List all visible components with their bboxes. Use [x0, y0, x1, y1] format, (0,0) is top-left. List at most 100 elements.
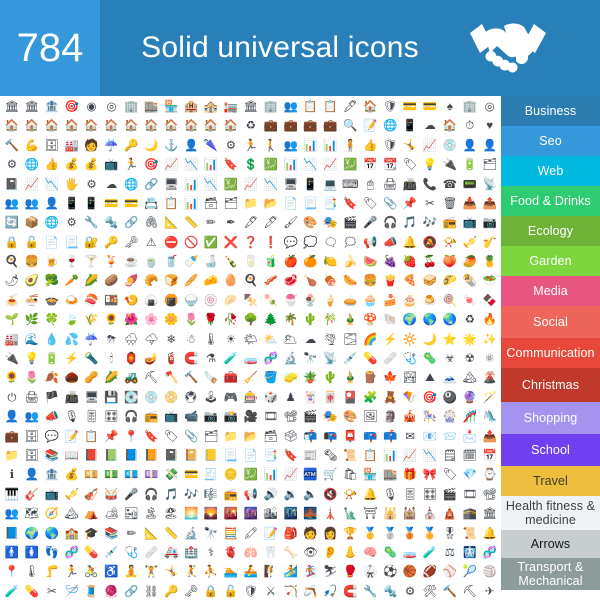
icon-cell[interactable]: 📻: [141, 408, 161, 427]
icon-cell[interactable]: 🧬: [261, 350, 281, 369]
icon-cell[interactable]: 📷: [201, 408, 221, 427]
icon-cell[interactable]: 📱: [301, 176, 321, 195]
icon-cell[interactable]: 🧸: [380, 389, 400, 408]
icon-cell[interactable]: 🌏: [440, 311, 460, 330]
icon-cell[interactable]: 🔩: [102, 214, 122, 233]
icon-cell[interactable]: 📝: [62, 428, 82, 447]
icon-cell[interactable]: 🔬: [181, 525, 201, 544]
icon-cell[interactable]: ♿: [102, 563, 122, 582]
icon-cell[interactable]: ⛓: [141, 583, 161, 600]
icon-cell[interactable]: 👤: [42, 195, 62, 214]
icon-cell[interactable]: 🍝: [2, 292, 22, 311]
icon-cell[interactable]: 🧹: [241, 369, 261, 388]
icon-cell[interactable]: 🖥: [161, 176, 181, 195]
icon-cell[interactable]: 📌: [400, 195, 420, 214]
icon-cell[interactable]: 🌳: [241, 311, 261, 330]
icon-cell[interactable]: 🍵: [141, 253, 161, 272]
icon-cell[interactable]: 🪄: [480, 389, 500, 408]
icon-cell[interactable]: 👤: [480, 137, 500, 156]
icon-cell[interactable]: 🔊: [261, 486, 281, 505]
icon-cell[interactable]: 🚺: [22, 544, 42, 563]
icon-cell[interactable]: 🏠: [2, 117, 22, 136]
icon-cell[interactable]: 🏷: [400, 156, 420, 175]
icon-cell[interactable]: ⚛: [480, 350, 500, 369]
icon-cell[interactable]: 🪔: [141, 350, 161, 369]
icon-cell[interactable]: 🏹: [281, 583, 301, 600]
icon-cell[interactable]: 🎠: [420, 408, 440, 427]
icon-cell[interactable]: 🎺: [460, 234, 480, 253]
icon-cell[interactable]: 🛝: [480, 408, 500, 427]
icon-cell[interactable]: 🧽: [281, 369, 301, 388]
icon-cell[interactable]: 📱: [82, 195, 102, 214]
icon-cell[interactable]: 💬: [281, 234, 301, 253]
icon-cell[interactable]: 📖: [62, 447, 82, 466]
icon-cell[interactable]: 📉: [420, 447, 440, 466]
icon-cell[interactable]: 🌾: [82, 311, 102, 330]
category-band-food-drinks[interactable]: Food & Drinks: [501, 186, 600, 216]
icon-cell[interactable]: 🔒: [2, 234, 22, 253]
icon-cell[interactable]: 🕹: [201, 389, 221, 408]
icon-cell[interactable]: ✅: [201, 234, 221, 253]
category-band-ecology[interactable]: Ecology: [501, 216, 600, 246]
icon-cell[interactable]: 🧘: [121, 563, 141, 582]
icon-cell[interactable]: 🌍: [22, 525, 42, 544]
icon-cell[interactable]: ⚙: [2, 156, 22, 175]
icon-cell[interactable]: 🎬: [301, 408, 321, 427]
icon-cell[interactable]: 🔨: [181, 369, 201, 388]
icon-cell[interactable]: 🎵: [400, 214, 420, 233]
icon-cell[interactable]: 🍚: [181, 292, 201, 311]
icon-cell[interactable]: 🎤: [360, 214, 380, 233]
icon-cell[interactable]: 📈: [420, 137, 440, 156]
icon-cell[interactable]: 🔗: [141, 176, 161, 195]
icon-cell[interactable]: 🌐: [121, 176, 141, 195]
icon-cell[interactable]: 🏧: [301, 466, 321, 485]
icon-cell[interactable]: 📺: [460, 214, 480, 233]
icon-cell[interactable]: 🏢: [261, 98, 281, 117]
icon-cell[interactable]: 🧮: [221, 525, 241, 544]
icon-cell[interactable]: 📊: [181, 176, 201, 195]
icon-cell[interactable]: 🖐: [62, 176, 82, 195]
icon-cell[interactable]: 🔦: [82, 350, 102, 369]
icon-cell[interactable]: 🔬: [281, 350, 301, 369]
icon-cell[interactable]: 🩺: [400, 350, 420, 369]
icon-cell[interactable]: ⚽: [380, 563, 400, 582]
icon-cell[interactable]: 🍋: [321, 253, 341, 272]
icon-cell[interactable]: 🏠: [62, 117, 82, 136]
icon-cell[interactable]: 🏴: [42, 389, 62, 408]
icon-cell[interactable]: 🏠: [22, 117, 42, 136]
icon-cell[interactable]: 🪚: [201, 369, 221, 388]
icon-cell[interactable]: ❗: [261, 234, 281, 253]
icon-cell[interactable]: 🌎: [42, 525, 62, 544]
icon-cell[interactable]: 📓: [2, 176, 22, 195]
icon-cell[interactable]: 🗂: [201, 428, 221, 447]
icon-cell[interactable]: ♻: [460, 311, 480, 330]
icon-cell[interactable]: 📸: [221, 408, 241, 427]
icon-cell[interactable]: 🌻: [2, 369, 22, 388]
icon-cell[interactable]: 🌲: [261, 311, 281, 330]
icon-cell[interactable]: ⚖: [440, 544, 460, 563]
icon-cell[interactable]: 🏛: [480, 505, 500, 524]
icon-cell[interactable]: 🍶: [201, 253, 221, 272]
icon-cell[interactable]: 🍑: [440, 253, 460, 272]
icon-cell[interactable]: 🎧: [121, 408, 141, 427]
icon-cell[interactable]: 🧑: [82, 137, 102, 156]
icon-cell[interactable]: ✂: [420, 195, 440, 214]
icon-cell[interactable]: 🧗: [261, 563, 281, 582]
icon-cell[interactable]: ⚕: [201, 544, 221, 563]
icon-cell[interactable]: 🕋: [460, 505, 480, 524]
icon-cell[interactable]: 🌼: [161, 311, 181, 330]
icon-cell[interactable]: ⛏: [141, 369, 161, 388]
icon-cell[interactable]: 🗺: [22, 505, 42, 524]
icon-cell[interactable]: 🏆: [340, 525, 360, 544]
icon-cell[interactable]: 🎤: [121, 486, 141, 505]
icon-cell[interactable]: 💴: [82, 466, 102, 485]
icon-cell[interactable]: 📁: [221, 428, 241, 447]
icon-cell[interactable]: 📪: [360, 428, 380, 447]
icon-cell[interactable]: 🍱: [102, 292, 122, 311]
icon-cell[interactable]: 📉: [301, 156, 321, 175]
icon-cell[interactable]: 🔋: [460, 156, 480, 175]
icon-cell[interactable]: ⏻: [2, 389, 22, 408]
icon-cell[interactable]: 🍄: [360, 311, 380, 330]
icon-cell[interactable]: 🍃: [62, 311, 82, 330]
icon-cell[interactable]: 📽: [480, 486, 500, 505]
